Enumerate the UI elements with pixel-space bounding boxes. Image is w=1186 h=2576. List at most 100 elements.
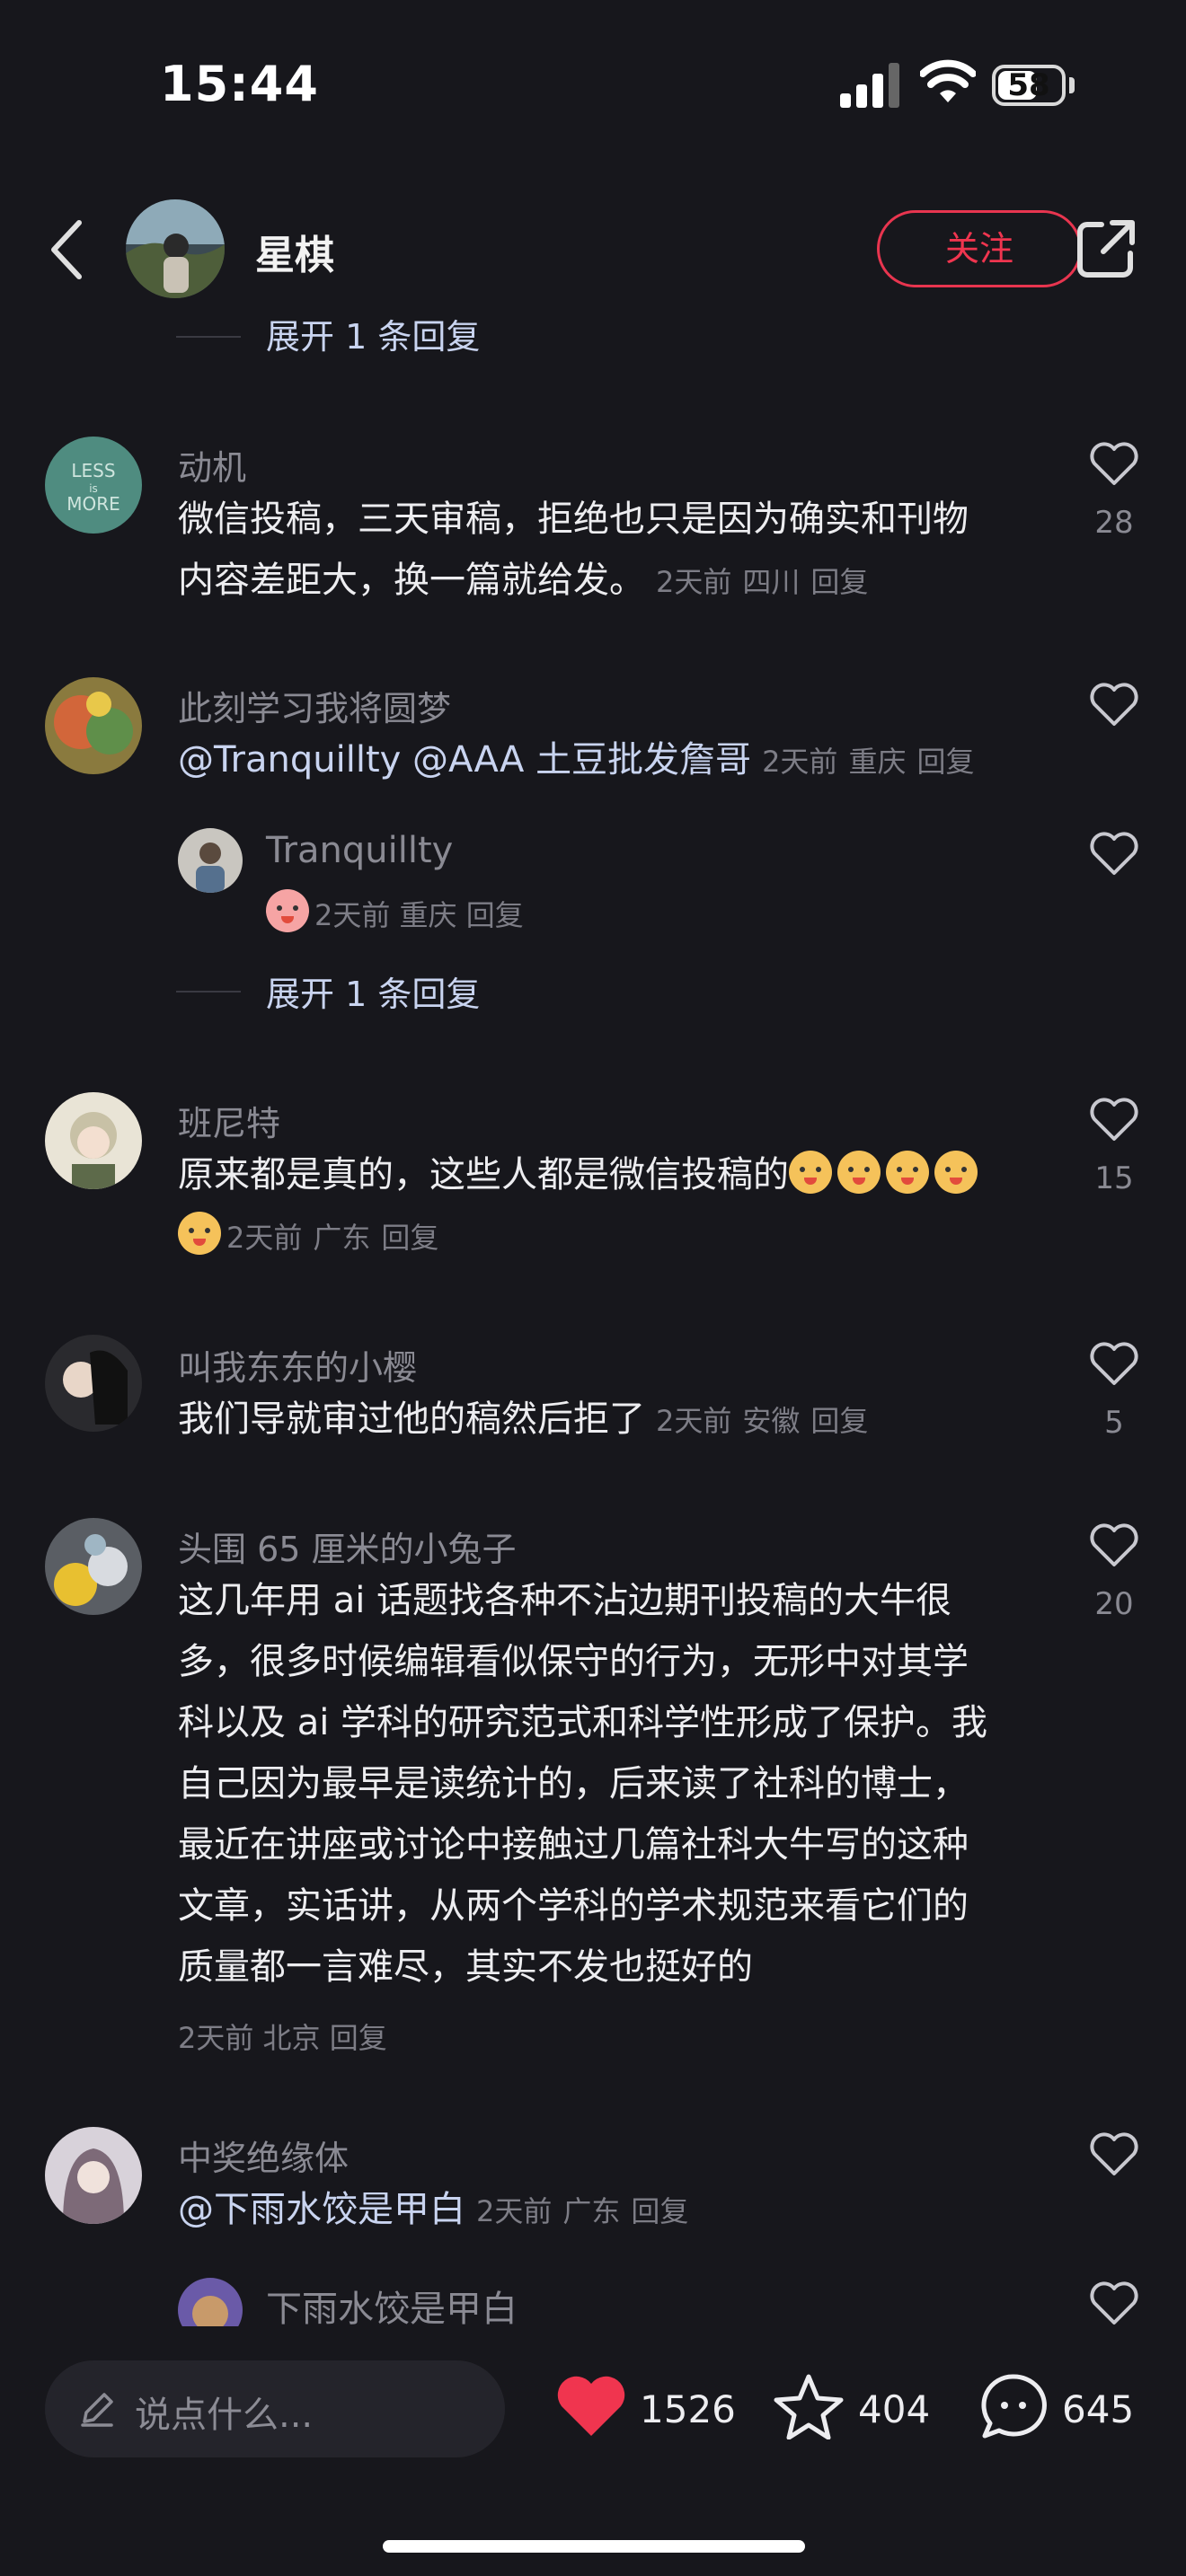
emoji-icon — [178, 1212, 221, 1255]
mention-link[interactable]: @AAA 土豆批发詹哥 — [412, 739, 751, 781]
comment-username[interactable]: 动机 — [178, 440, 246, 490]
avatar[interactable] — [178, 2278, 243, 2326]
reply-link[interactable]: 回复 — [810, 565, 868, 599]
avatar[interactable] — [45, 1518, 142, 1615]
battery-indicator: 58 — [992, 65, 1066, 106]
svg-text:LESS: LESS — [71, 460, 115, 481]
like-heart-icon[interactable] — [1089, 2132, 1139, 2177]
like-heart-icon[interactable] — [1089, 2281, 1139, 2326]
comment-username[interactable]: 头围 65 厘米的小兔子 — [178, 1522, 517, 1571]
expand-replies-link[interactable]: 展开 1 条回复 — [266, 314, 480, 358]
wifi-icon — [920, 59, 976, 102]
comment-username[interactable]: 中奖绝缘体 — [178, 2130, 349, 2180]
status-time: 15:44 — [160, 56, 319, 112]
reply-link[interactable]: 回复 — [631, 2194, 688, 2228]
comment-text: 微信投稿，三天审稿，拒绝也只是因为确实和刊物 内容差距大，换一篇就给发。 2天前四… — [178, 489, 1112, 613]
comment-line: 文章，实话讲，从两个学科的学术规范来看它们的 — [178, 1885, 969, 1927]
reply-location: 重庆 — [399, 898, 457, 932]
star-icon[interactable] — [773, 2371, 845, 2439]
expand-replies-link[interactable]: 展开 1 条回复 — [266, 966, 480, 1016]
comment-line: 我们导就审过他的稿然后拒了 — [178, 1398, 645, 1440]
reply-link[interactable]: 回复 — [466, 898, 524, 932]
comment-text: 我们导就审过他的稿然后拒了 2天前 安徽 回复 — [178, 1389, 1112, 1451]
share-icon[interactable] — [1075, 217, 1137, 280]
avatar[interactable] — [45, 677, 142, 774]
reply-meta: 2天前 重庆 回复 — [266, 889, 524, 934]
emoji-icon — [934, 1151, 978, 1194]
comment-meta: 2天前 北京 回复 — [178, 2016, 387, 2057]
emoji-icon — [266, 889, 309, 932]
like-count: 28 — [1094, 505, 1134, 541]
comment-text: 这几年用 ai 话题找各种不沾边期刊投稿的大牛很 多，很多时候编辑看似保守的行为… — [178, 1570, 1112, 1998]
comment-location: 重庆 — [848, 745, 907, 779]
comment-line: 原来都是真的，这些人都是微信投稿的 — [178, 1154, 789, 1195]
comment-line: 多，很多时候编辑看似保守的行为，无形中对其学 — [178, 1641, 969, 1682]
like-count: 5 — [1104, 1405, 1124, 1441]
comment-feed[interactable]: 展开 1 条回复 LESS is MORE 动机 微信投稿，三天审稿，拒绝也只是… — [0, 314, 1186, 2326]
comment-line: 科以及 ai 学科的研究范式和科学性形成了保护。我 — [178, 1702, 988, 1743]
like-heart-icon[interactable] — [1089, 1098, 1139, 1142]
comment-bubble-icon[interactable] — [978, 2371, 1049, 2439]
pencil-icon — [81, 2393, 113, 2427]
avatar[interactable]: LESS is MORE — [45, 437, 142, 534]
comment-time: 2天前 — [656, 1404, 732, 1438]
like-count: 1526 — [640, 2387, 736, 2431]
avatar[interactable] — [45, 2127, 142, 2224]
comment-username[interactable]: 此刻学习我将圆梦 — [178, 681, 451, 730]
author-avatar[interactable] — [126, 199, 225, 298]
like-heart-icon[interactable] — [1089, 832, 1139, 877]
like-heart-icon[interactable] — [1089, 1342, 1139, 1387]
comment-time: 2天前 — [656, 565, 732, 599]
like-heart-icon[interactable] — [1089, 683, 1139, 728]
comment-location: 广东 — [313, 1221, 371, 1255]
comment-time: 2天前 — [226, 1221, 303, 1255]
back-icon[interactable] — [45, 217, 88, 282]
comment-count: 645 — [1062, 2387, 1135, 2431]
like-count: 15 — [1094, 1160, 1134, 1196]
reply-link[interactable]: 回复 — [810, 1404, 868, 1438]
favorite-count: 404 — [858, 2387, 931, 2431]
comment-time: 2天前 — [762, 745, 838, 779]
mention-link[interactable]: @Tranquillty — [178, 739, 401, 781]
reply-time: 2天前 — [314, 898, 391, 932]
comment-line: 自己因为最早是读统计的，后来读了社科的博士， — [178, 1763, 969, 1804]
comment-input-placeholder[interactable]: 说点什么... — [135, 2386, 313, 2438]
comment-line: 微信投稿，三天审稿，拒绝也只是因为确实和刊物 — [178, 498, 969, 540]
comment-line: 这几年用 ai 话题找各种不沾边期刊投稿的大牛很 — [178, 1580, 952, 1621]
comment-location: 安徽 — [742, 1404, 801, 1438]
like-heart-icon[interactable] — [1089, 442, 1139, 487]
like-heart-icon[interactable] — [1089, 1523, 1139, 1568]
comment-location: 广东 — [562, 2194, 621, 2228]
like-count: 20 — [1094, 1586, 1134, 1622]
comment-time: 2天前 — [178, 2021, 254, 2055]
comment-line: 质量都一言难尽，其实不发也挺好的 — [178, 1946, 753, 1988]
avatar[interactable] — [45, 1092, 142, 1189]
comment-line: 内容差距大，换一篇就给发。 — [178, 560, 645, 601]
comment-text: 原来都是真的，这些人都是微信投稿的 2天前 广东 回复 — [178, 1144, 1112, 1268]
like-heart-icon[interactable] — [555, 2373, 627, 2438]
comment-username[interactable]: 叫我东东的小樱 — [178, 1340, 417, 1389]
comment-text: @下雨水饺是甲白 2天前 广东 回复 — [178, 2179, 1112, 2242]
reply-link[interactable]: 回复 — [916, 745, 974, 779]
avatar[interactable] — [45, 1335, 142, 1432]
reply-link[interactable]: 回复 — [330, 2021, 387, 2055]
comment-line: 最近在讲座或讨论中接触过几篇社科大牛写的这种 — [178, 1824, 969, 1866]
avatar[interactable] — [178, 828, 243, 893]
comment-location: 北京 — [262, 2021, 321, 2055]
follow-button[interactable]: 关注 — [877, 210, 1082, 287]
emoji-icon — [886, 1151, 929, 1194]
home-indicator[interactable] — [383, 2540, 805, 2553]
comment-time: 2天前 — [476, 2194, 553, 2228]
reply-link[interactable]: 回复 — [381, 1221, 438, 1255]
battery-percent: 58 — [1007, 67, 1050, 103]
author-name[interactable]: 星棋 — [255, 223, 334, 280]
comment-text: @Tranquillty @AAA 土豆批发詹哥 2天前 重庆 回复 — [178, 729, 1112, 792]
reply-username[interactable]: Tranquillty — [266, 830, 453, 871]
comment-location: 四川 — [742, 565, 801, 599]
mention-link[interactable]: @下雨水饺是甲白 — [178, 2189, 465, 2230]
svg-text:MORE: MORE — [66, 493, 120, 515]
reply-username[interactable]: 下雨水饺是甲白 — [266, 2280, 518, 2326]
battery-cap — [1069, 77, 1075, 93]
comment-username[interactable]: 班尼特 — [178, 1096, 280, 1145]
cellular-signal-icon — [840, 63, 899, 108]
